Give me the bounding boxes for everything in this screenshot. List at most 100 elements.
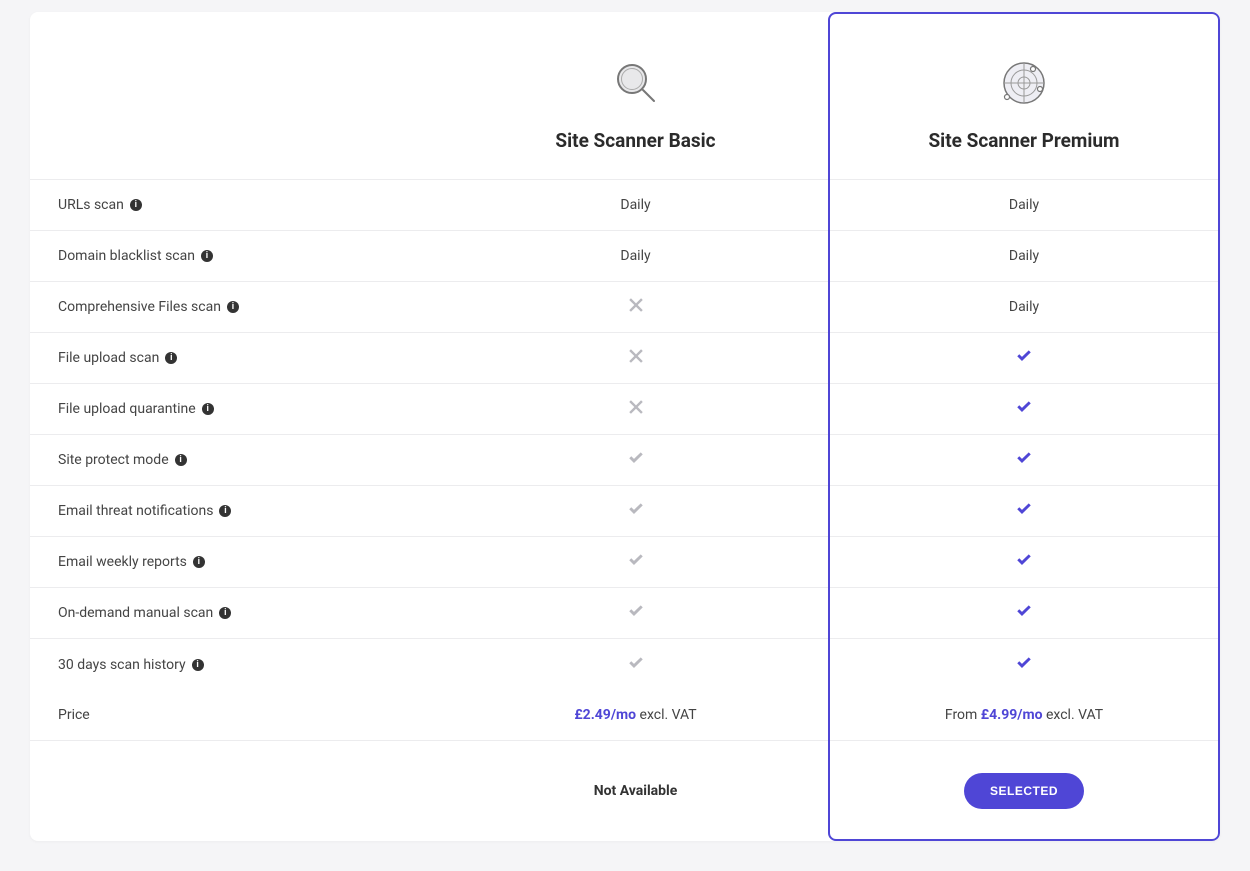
info-icon[interactable]: i <box>201 250 213 262</box>
x-icon <box>627 347 645 369</box>
feature-label: Email weekly reports <box>58 554 187 570</box>
premium-plan-title: Site Scanner Premium <box>928 129 1119 152</box>
feature-label: Domain blacklist scan <box>58 248 195 264</box>
feature-value-text: Daily <box>1009 248 1039 264</box>
premium-price-prefix: From <box>945 707 981 723</box>
selected-button[interactable]: SELECTED <box>964 773 1084 809</box>
info-icon[interactable]: i <box>219 607 231 619</box>
header-empty-cell <box>30 12 443 179</box>
feature-row: Email threat notifications i <box>30 486 1220 537</box>
premium-value-cell: Daily <box>828 180 1220 230</box>
feature-row: URLs scan i Daily Daily <box>30 180 1220 231</box>
info-icon[interactable]: i <box>202 403 214 415</box>
basic-price-cell: £2.49/mo excl. VAT <box>443 690 828 740</box>
info-icon[interactable]: i <box>193 556 205 568</box>
feature-label: Email threat notifications <box>58 503 213 519</box>
basic-value-cell <box>443 282 828 332</box>
feature-label-cell: Domain blacklist scan i <box>30 231 443 281</box>
basic-value-cell <box>443 435 828 485</box>
check-icon <box>627 602 645 624</box>
action-row: Not Available SELECTED <box>30 741 1220 841</box>
info-icon[interactable]: i <box>227 301 239 313</box>
feature-label-cell: URLs scan i <box>30 180 443 230</box>
premium-value-cell <box>828 537 1220 587</box>
price-label-cell: Price <box>30 690 443 740</box>
not-available-label: Not Available <box>594 783 678 799</box>
x-icon <box>627 398 645 420</box>
feature-label-cell: File upload scan i <box>30 333 443 383</box>
feature-label-cell: 30 days scan history i <box>30 639 443 690</box>
basic-action-cell: Not Available <box>443 741 828 841</box>
info-icon[interactable]: i <box>219 505 231 517</box>
feature-row: Site protect mode i <box>30 435 1220 486</box>
premium-value-cell: Daily <box>828 282 1220 332</box>
basic-value-cell <box>443 486 828 536</box>
feature-row: File upload scan i <box>30 333 1220 384</box>
premium-value-cell <box>828 588 1220 638</box>
premium-value-cell <box>828 384 1220 434</box>
premium-value-cell <box>828 639 1220 690</box>
basic-value-cell <box>443 639 828 690</box>
feature-label: On-demand manual scan <box>58 605 213 621</box>
check-icon <box>627 654 645 676</box>
feature-row: On-demand manual scan i <box>30 588 1220 639</box>
check-icon <box>1015 449 1033 471</box>
check-icon <box>1015 347 1033 369</box>
check-icon <box>1015 398 1033 420</box>
basic-value-cell <box>443 537 828 587</box>
basic-plan-title: Site Scanner Basic <box>555 129 715 152</box>
feature-label: Site protect mode <box>58 452 169 468</box>
check-icon <box>627 449 645 471</box>
basic-value-cell: Daily <box>443 231 828 281</box>
magnifier-icon <box>612 59 660 107</box>
feature-row: Domain blacklist scan i Daily Daily <box>30 231 1220 282</box>
x-icon <box>627 296 645 318</box>
basic-plan-header: Site Scanner Basic <box>443 12 828 179</box>
feature-label-cell: Email weekly reports i <box>30 537 443 587</box>
feature-label-cell: File upload quarantine i <box>30 384 443 434</box>
feature-label: URLs scan <box>58 197 124 213</box>
check-icon <box>1015 654 1033 676</box>
basic-value-cell <box>443 333 828 383</box>
feature-label-cell: Comprehensive Files scan i <box>30 282 443 332</box>
action-empty-cell <box>30 741 443 841</box>
feature-label: File upload quarantine <box>58 401 196 417</box>
basic-price-suffix: excl. VAT <box>636 707 697 723</box>
feature-value-text: Daily <box>620 248 650 264</box>
premium-value-cell <box>828 333 1220 383</box>
feature-label: 30 days scan history <box>58 657 186 673</box>
feature-row: Email weekly reports i <box>30 537 1220 588</box>
feature-label: File upload scan <box>58 350 159 366</box>
feature-value-text: Daily <box>620 197 650 213</box>
header-row: Site Scanner Basic Site Scanner Premium <box>30 12 1220 180</box>
price-row: Price £2.49/mo excl. VAT From £4.99/mo e… <box>30 690 1220 741</box>
premium-value-cell <box>828 486 1220 536</box>
premium-value-cell <box>828 435 1220 485</box>
feature-value-text: Daily <box>1009 197 1039 213</box>
info-icon[interactable]: i <box>175 454 187 466</box>
feature-row: Comprehensive Files scan i Daily <box>30 282 1220 333</box>
premium-price-cell: From £4.99/mo excl. VAT <box>828 690 1220 740</box>
feature-label-cell: On-demand manual scan i <box>30 588 443 638</box>
info-icon[interactable]: i <box>130 199 142 211</box>
radar-icon <box>1000 59 1048 107</box>
feature-label-cell: Site protect mode i <box>30 435 443 485</box>
check-icon <box>627 551 645 573</box>
basic-value-cell <box>443 588 828 638</box>
basic-value-cell <box>443 384 828 434</box>
feature-value-text: Daily <box>1009 299 1039 315</box>
price-row-label: Price <box>58 707 90 723</box>
premium-plan-header: Site Scanner Premium <box>828 12 1220 179</box>
check-icon <box>1015 500 1033 522</box>
check-icon <box>1015 551 1033 573</box>
premium-price-value: £4.99/mo <box>981 707 1043 723</box>
feature-row: File upload quarantine i <box>30 384 1220 435</box>
feature-label-cell: Email threat notifications i <box>30 486 443 536</box>
premium-value-cell: Daily <box>828 231 1220 281</box>
feature-row: 30 days scan history i <box>30 639 1220 690</box>
premium-action-cell: SELECTED <box>828 741 1220 841</box>
check-icon <box>1015 602 1033 624</box>
info-icon[interactable]: i <box>165 352 177 364</box>
basic-price-value: £2.49/mo <box>574 707 636 723</box>
info-icon[interactable]: i <box>192 659 204 671</box>
